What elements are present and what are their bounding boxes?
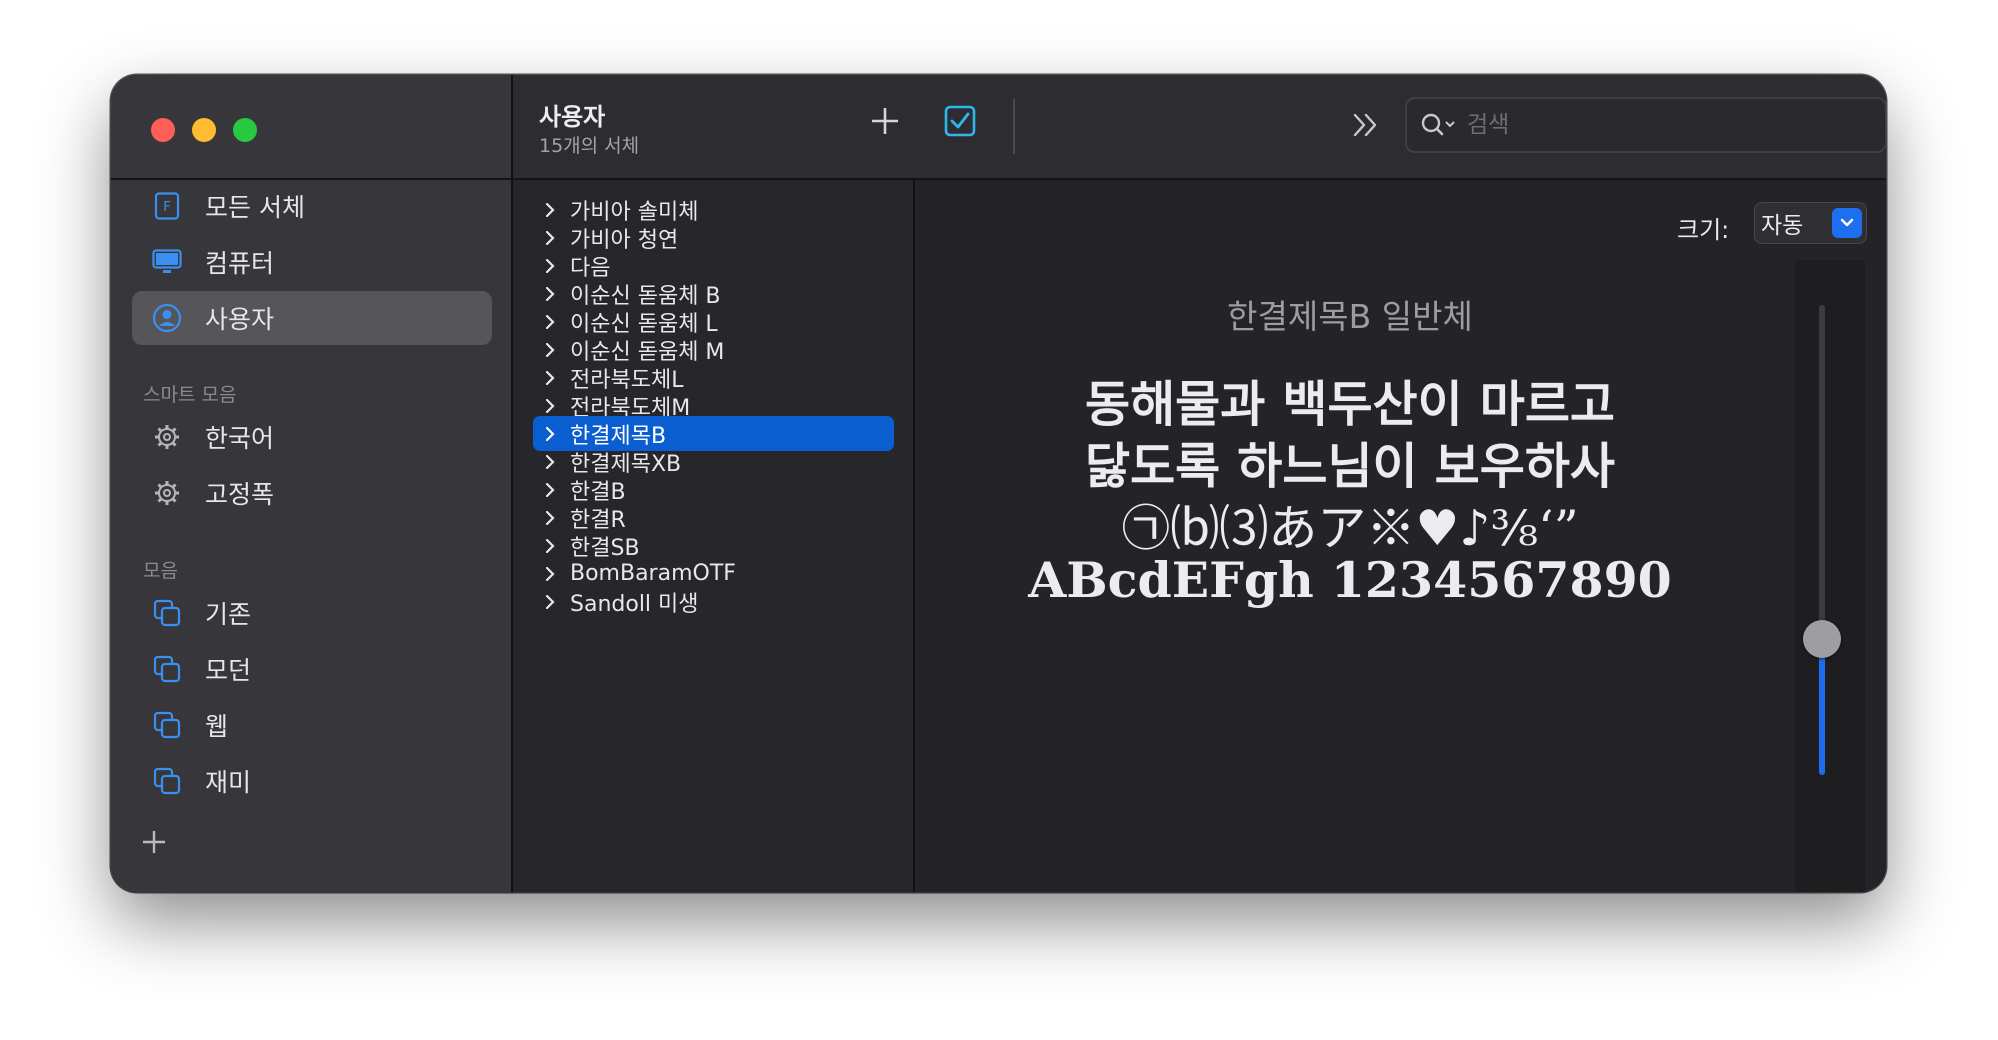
smart-collections-header: 스마트 모음 — [143, 384, 237, 406]
sidebar-item-korean[interactable]: 한국어 — [132, 410, 492, 464]
collection-icon — [151, 597, 183, 629]
plus-icon — [143, 831, 165, 853]
sidebar-item-label: 모든 서체 — [205, 193, 305, 222]
chevron-right-icon — [545, 286, 555, 301]
font-list: 가비아 솔미체 가비아 청연 다음 이순신 돋움체 B 이순신 돋움체 L 이순… — [513, 180, 915, 892]
size-dropdown[interactable]: 자동 — [1754, 202, 1867, 244]
font-book-window: F 모든 서체 컴퓨터 사용자 스마트 모음 한국어 고정폭 모음 기존 모던 … — [111, 75, 1886, 892]
chevron-right-icon — [545, 594, 555, 609]
collection-icon — [151, 653, 183, 685]
gear-icon — [151, 421, 183, 453]
chevron-right-icon — [545, 258, 555, 273]
sidebar-item-label: 컴퓨터 — [205, 249, 275, 278]
plus-icon — [872, 108, 898, 134]
font-family-name: BomBaramOTF — [570, 561, 736, 586]
search-input[interactable] — [1465, 111, 1869, 139]
minimize-window-button[interactable] — [192, 118, 216, 142]
size-slider-area — [1795, 260, 1865, 892]
size-value: 자동 — [1761, 213, 1804, 239]
collections-header: 모음 — [143, 560, 178, 582]
font-family-name: Sandoll 미생 — [570, 591, 699, 617]
chevron-right-icon — [545, 342, 555, 357]
chevron-right-icon — [545, 202, 555, 217]
chevron-right-icon — [545, 510, 555, 525]
font-list-item[interactable]: Sandoll 미생 — [533, 584, 894, 619]
sidebar-item-label: 웹 — [205, 712, 229, 741]
window-title: 사용자 — [539, 103, 606, 131]
preview-sample-line: 동해물과 백두산이 마르고 — [1085, 375, 1615, 433]
chevron-right-icon — [545, 482, 555, 497]
sidebar-item-modern[interactable]: 모던 — [132, 642, 492, 696]
preview-sample-line: ABcdEFgh 1234567890 — [1028, 551, 1672, 609]
collection-icon — [151, 765, 183, 797]
sidebar-item-label: 사용자 — [205, 305, 275, 334]
chevron-right-icon — [545, 230, 555, 245]
chevron-right-icon — [545, 538, 555, 553]
gear-icon — [151, 477, 183, 509]
toolbar-divider — [1013, 99, 1015, 154]
sidebar-item-label: 한국어 — [205, 424, 275, 453]
checkbox-icon — [944, 105, 976, 137]
zoom-window-button[interactable] — [233, 118, 257, 142]
computer-icon — [151, 246, 183, 278]
sidebar-item-all-fonts[interactable]: F 모든 서체 — [132, 179, 492, 233]
preview-font-name: 한결제목B 일반체 — [1227, 297, 1473, 336]
sidebar-item-label: 고정폭 — [205, 480, 275, 509]
chevron-down-icon — [1832, 208, 1862, 238]
sidebar-item-computer[interactable]: 컴퓨터 — [132, 235, 492, 289]
sidebar-item-classic[interactable]: 기존 — [132, 586, 492, 640]
font-file-icon: F — [151, 190, 183, 222]
chevron-right-icon — [545, 370, 555, 385]
font-preview-pane: 크기: 자동 한결제목B 일반체 동해물과 백두산이 마르고 닳도록 하느님이 … — [915, 180, 1886, 892]
add-font-button[interactable] — [867, 103, 903, 139]
search-field[interactable] — [1405, 97, 1886, 153]
sidebar-item-web[interactable]: 웹 — [132, 698, 492, 752]
more-toolbar-items-button[interactable] — [1348, 107, 1384, 143]
search-icon — [1419, 110, 1459, 140]
toolbar: 사용자 15개의 서체 — [513, 75, 1886, 180]
validate-font-button[interactable] — [942, 103, 978, 139]
sidebar-item-monospace[interactable]: 고정폭 — [132, 466, 492, 520]
sidebar-item-label: 재미 — [205, 768, 252, 797]
sidebar-item-user[interactable]: 사용자 — [132, 291, 492, 345]
chevron-right-icon — [545, 398, 555, 413]
size-slider-handle[interactable] — [1803, 620, 1841, 658]
sidebar-item-label: 기존 — [205, 600, 252, 629]
close-window-button[interactable] — [151, 118, 175, 142]
sidebar-item-label: 모던 — [205, 656, 252, 685]
size-label: 크기: — [1677, 216, 1730, 244]
svg-text:F: F — [163, 200, 170, 215]
font-count: 15개의 서체 — [539, 135, 640, 157]
add-collection-button[interactable] — [141, 827, 167, 861]
sidebar: F 모든 서체 컴퓨터 사용자 스마트 모음 한국어 고정폭 모음 기존 모던 … — [111, 75, 513, 892]
chevron-right-icon — [545, 426, 555, 441]
chevron-double-right-icon — [1353, 113, 1377, 137]
collection-icon — [151, 709, 183, 741]
sidebar-item-fun[interactable]: 재미 — [132, 754, 492, 808]
preview-sample-line: 닳도록 하느님이 보우하사 — [1085, 437, 1615, 495]
chevron-right-icon — [545, 314, 555, 329]
chevron-right-icon — [545, 566, 555, 581]
chevron-right-icon — [545, 454, 555, 469]
preview-sample-line: ㉠⒝⑶あア※♥♪⅜‘” — [1121, 500, 1579, 557]
user-icon — [151, 302, 183, 334]
window-controls — [151, 118, 257, 142]
